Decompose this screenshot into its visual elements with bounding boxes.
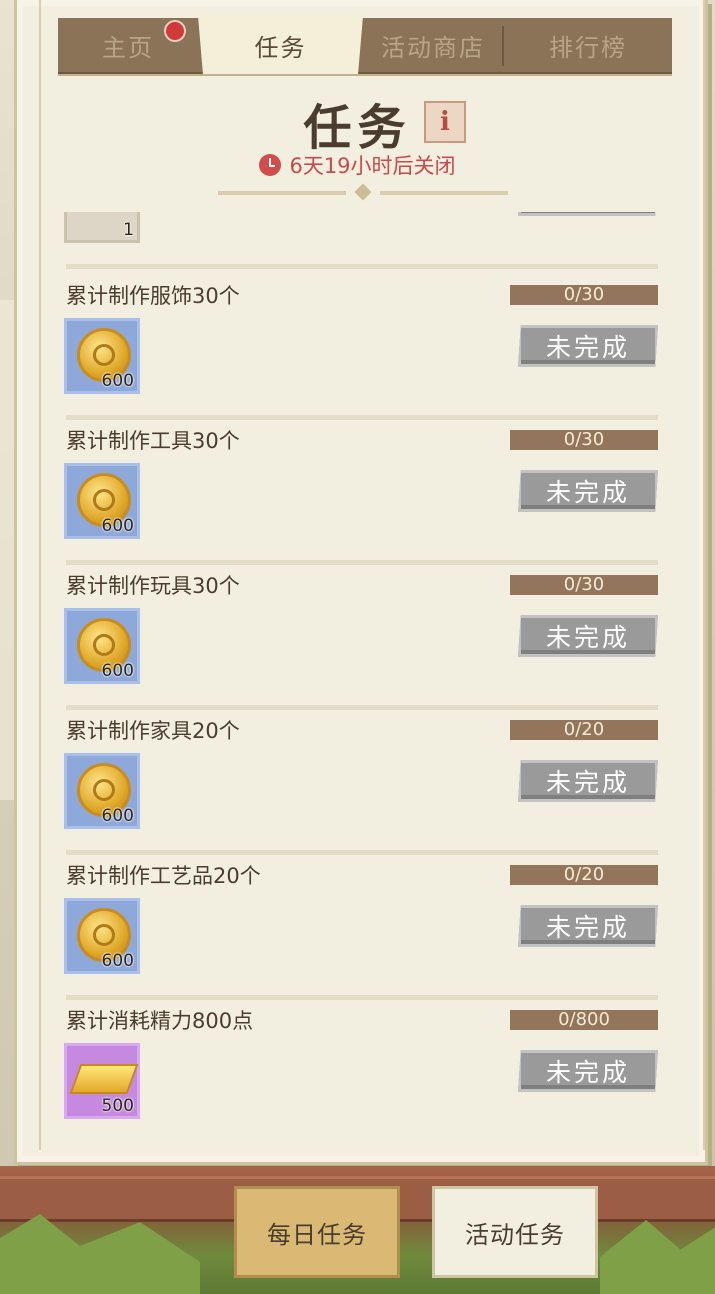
- top-tab-bar: 主页 任务 活动商店 排行榜: [58, 16, 672, 76]
- tab-underline: [58, 74, 672, 76]
- reward-item[interactable]: 1: [64, 212, 140, 243]
- divider-diamond: [354, 183, 372, 201]
- task-name: 累计制作工具30个: [66, 429, 240, 453]
- task-progress-text: 0/30: [563, 429, 605, 450]
- title-divider: [218, 183, 508, 201]
- task-status-button[interactable]: 未完成: [518, 905, 658, 947]
- countdown: 6天19小时后关闭: [0, 150, 715, 180]
- tab-home-label: 主页: [102, 33, 154, 62]
- task-name: 累计制作服饰30个: [66, 284, 240, 308]
- task-name: 累计消耗精力800点: [66, 1009, 254, 1033]
- info-icon[interactable]: i: [424, 101, 466, 143]
- reward-item[interactable]: 600: [64, 463, 140, 539]
- notification-dot-icon: [164, 20, 186, 42]
- tab-tasks[interactable]: 任务: [198, 16, 363, 74]
- reward-quantity: 600: [101, 371, 134, 391]
- clock-icon: [259, 154, 282, 176]
- task-status-button[interactable]: 未完成: [518, 325, 658, 367]
- task-list[interactable]: 1未完成累计制作服饰30个0/30600未完成累计制作工具30个0/30600未…: [50, 212, 680, 1132]
- reward-quantity: 600: [101, 661, 134, 681]
- reward-item[interactable]: 600: [64, 898, 140, 974]
- task-status-button[interactable]: 未完成: [518, 760, 658, 802]
- task-status-button[interactable]: 未完成: [518, 470, 658, 512]
- task-row: 累计消耗精力800点 0/800 500 未完成: [50, 1000, 680, 1132]
- tab-event-tasks[interactable]: 活动任务: [432, 1186, 598, 1278]
- reward-item[interactable]: 600: [64, 318, 140, 394]
- task-progress-text: 0/800: [558, 1009, 610, 1030]
- tab-daily-tasks-label: 每日任务: [267, 1220, 367, 1249]
- tab-daily-tasks[interactable]: 每日任务: [234, 1186, 400, 1278]
- task-status-button[interactable]: 未完成: [518, 1050, 658, 1092]
- task-name: 累计制作家具20个: [66, 719, 240, 743]
- divider-bar-left: [218, 191, 346, 195]
- tab-leaderboard[interactable]: 排行榜: [504, 18, 672, 72]
- task-progress-bar: 0/20: [510, 719, 658, 740]
- tab-leaderboard-label: 排行榜: [549, 33, 627, 62]
- reward-item[interactable]: 600: [64, 608, 140, 684]
- countdown-text: 6天19小时后关闭: [289, 154, 456, 178]
- task-separator: [66, 264, 658, 269]
- task-row: 累计制作工艺品20个 0/20 600 未完成: [50, 855, 680, 1000]
- tab-tasks-label: 任务: [254, 33, 307, 62]
- task-name: 累计制作工艺品20个: [66, 864, 261, 888]
- reward-quantity: 600: [101, 806, 134, 826]
- reward-item[interactable]: 600: [64, 753, 140, 829]
- reward-quantity: 600: [101, 516, 134, 536]
- page-title: 任务: [303, 100, 412, 156]
- gold-bar-icon: [69, 1064, 139, 1094]
- tab-event-shop[interactable]: 活动商店: [363, 18, 503, 72]
- task-row: 累计制作服饰30个 0/30 600 未完成: [50, 275, 680, 420]
- task-progress-text: 0/20: [563, 864, 605, 885]
- reward-quantity: 600: [101, 951, 134, 971]
- divider-bar-right: [380, 191, 508, 195]
- reward-item[interactable]: 500: [64, 1043, 140, 1119]
- task-progress-text: 0/30: [563, 284, 605, 305]
- task-progress-text: 0/20: [563, 719, 605, 740]
- task-status-button[interactable]: 未完成: [518, 615, 658, 657]
- task-row: 累计制作工具30个 0/30 600 未完成: [50, 420, 680, 565]
- task-row: 累计制作玩具30个 0/30 600 未完成: [50, 565, 680, 710]
- task-progress-bar: 0/800: [510, 1009, 658, 1030]
- task-status-button[interactable]: 未完成: [518, 212, 658, 216]
- task-progress-bar: 0/30: [510, 574, 658, 595]
- task-row: 1 未完成: [50, 212, 680, 269]
- task-row: 累计制作家具20个 0/20 600 未完成: [50, 710, 680, 855]
- reward-quantity: 1: [123, 220, 134, 240]
- task-progress-bar: 0/30: [510, 429, 658, 450]
- task-progress-bar: 0/20: [510, 864, 658, 885]
- task-progress-bar: 0/30: [510, 284, 658, 305]
- task-progress-text: 0/30: [563, 574, 605, 595]
- tab-event-shop-label: 活动商店: [381, 33, 485, 62]
- reward-quantity: 500: [101, 1096, 134, 1116]
- task-name: 累计制作玩具30个: [66, 574, 240, 598]
- tab-event-tasks-label: 活动任务: [465, 1220, 565, 1249]
